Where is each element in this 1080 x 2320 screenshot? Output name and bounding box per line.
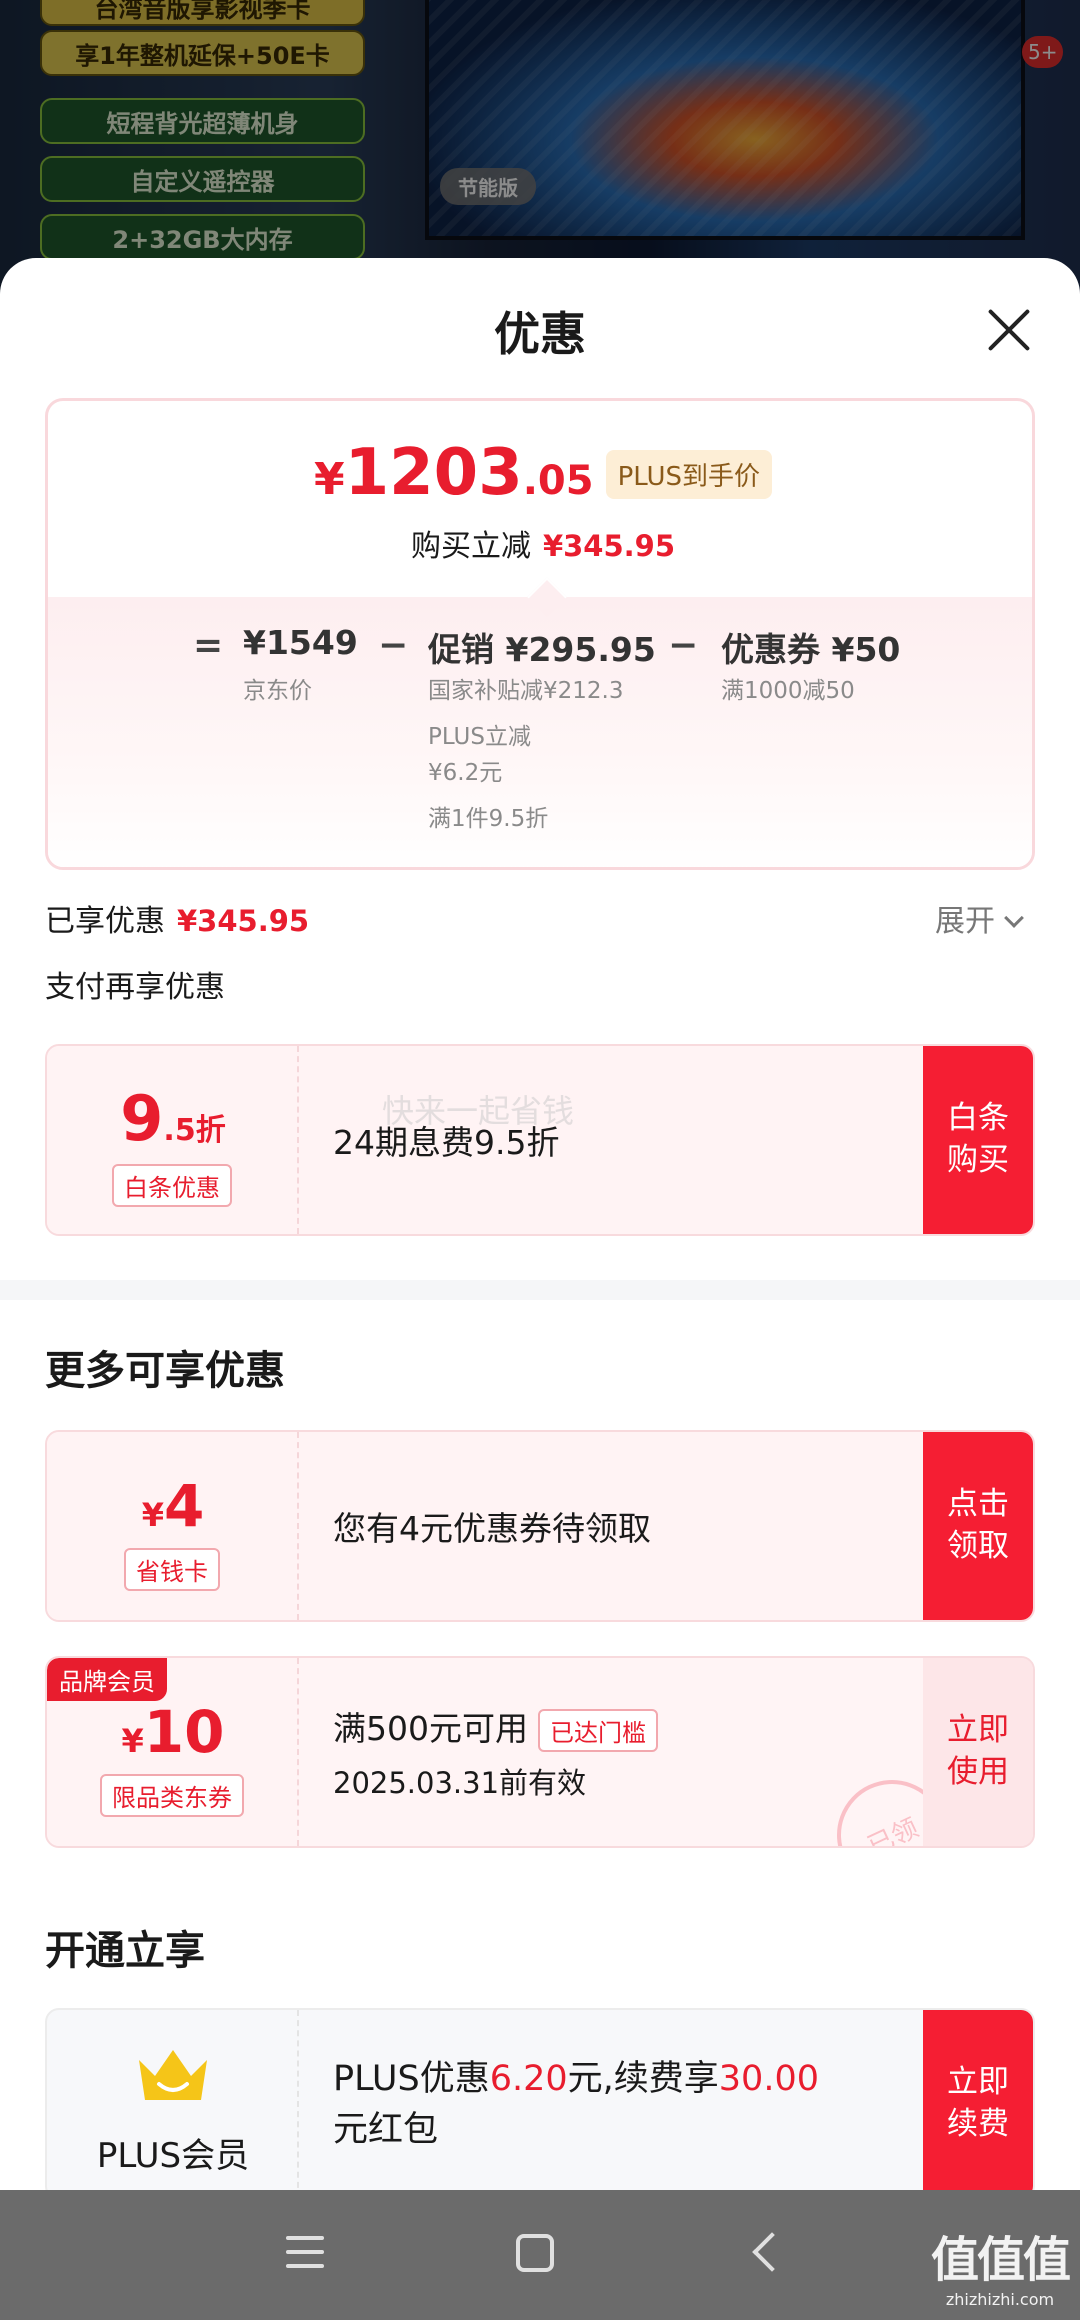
threshold-reached-tag: 已达门槛 [538,1709,658,1752]
crown-icon [139,2050,207,2100]
promo-subsidy: 国家补贴减¥212.3 [428,678,624,704]
site-logo: 值值值 zhizhizhi.com [930,2232,1071,2309]
saving-card-text: 您有4元优惠券待领取 [333,1509,651,1548]
coupon-condition: 满1000减50 [721,678,855,704]
minus-sign: − [378,625,409,666]
brand-member-badge: 品牌会员 [47,1658,167,1701]
baitiao-offer-card: 9.5折 白条优惠 快来一起省钱 24期息费9.5折 白条 购买 [45,1044,1035,1236]
final-price-row: ¥1203.05 PLUS到手价 [48,436,1032,510]
baitiao-buy-button[interactable]: 白条 购买 [923,1046,1033,1234]
open-section-title: 开通立享 [45,1928,205,1974]
plus-membership-label: PLUS会员 [47,2010,299,2198]
coupon-expiry: 2025.03.31前有效 [333,1766,587,1800]
expand-button[interactable]: 展开 [935,896,1024,940]
promo-plus-value: ¥6.2元 [428,760,503,786]
brand-coupon-tag: 限品类东券 [100,1774,244,1817]
jd-price: ¥1549 [243,623,358,662]
promo-discount: 满1件9.5折 [428,806,549,832]
saving-card-tag: 省钱卡 [124,1548,220,1591]
claim-coupon-button[interactable]: 点击 领取 [923,1432,1033,1620]
plus-membership-card: PLUS会员 PLUS优惠6.20元,续费享30.00 元红包 立即 续费 [45,2008,1035,2200]
plus-offer-text: PLUS优惠6.20元,续费享30.00 元红包 [333,2059,819,2150]
system-navigation-bar: 值值值 zhizhizhi.com [0,2190,1080,2320]
home-icon[interactable] [516,2234,554,2272]
promo-plus: PLUS立减 [428,724,531,750]
use-coupon-button[interactable]: 立即 使用 [923,1658,1033,1846]
equals-sign: = [193,625,224,666]
promo-amount: 促销 ¥295.95 [428,630,656,669]
coupon-amount: 优惠券 ¥50 [721,630,901,669]
baitiao-offer-text: 24期息费9.5折 [333,1123,560,1162]
plus-price-tag: PLUS到手价 [605,450,772,499]
more-section-title: 更多可享优惠 [45,1348,285,1394]
product-banner-background: 台湾音版享影视季卡 享1年整机延保+50E卡 短程背光超薄机身 自定义遥控器 2… [0,0,1080,300]
saving-card-offer: ¥4 省钱卡 您有4元优惠券待领取 点击 领取 [45,1430,1035,1622]
saving-card-value: ¥4 省钱卡 [47,1432,299,1620]
renew-plus-button[interactable]: 立即 续费 [923,2010,1033,2198]
jd-price-label: 京东价 [243,678,312,704]
purchase-reduction: 购买立减 ¥345.95 [410,529,676,564]
chevron-down-icon [1004,908,1024,928]
brand-coupon-text: 满500元可用 已达门槛 2025.03.31前有效 [333,1658,658,1846]
pointer-notch [527,577,567,617]
baitiao-offer-value: 9.5折 白条优惠 [47,1046,299,1234]
sheet-title: 优惠 [494,307,586,361]
close-icon[interactable] [985,306,1033,354]
baitiao-tag: 白条优惠 [112,1164,232,1207]
pay-section-title: 支付再享优惠 [45,970,225,1005]
recent-apps-icon[interactable] [286,2234,324,2270]
back-icon[interactable] [752,2232,792,2272]
price-calculation: = ¥1549 京东价 − 促销 ¥295.95 国家补贴减¥212.3 PLU… [48,577,1032,867]
minus-sign: − [668,625,699,666]
brand-member-coupon: ¥10 限品类东券 品牌会员 满500元可用 已达门槛 2025.03.31前有效… [45,1656,1035,1848]
final-price: ¥1203.05 [313,436,594,510]
price-breakdown-card: ¥1203.05 PLUS到手价 购买立减 ¥345.95 = ¥1549 京东价… [45,398,1035,870]
section-divider [0,1280,1080,1300]
discount-sheet: 优惠 ¥1203.05 PLUS到手价 购买立减 ¥345.95 = ¥1549 … [0,258,1080,2190]
enjoyed-discount: 已享优惠 ¥345.95 [45,904,310,939]
overlay-dim[interactable] [0,0,1080,300]
